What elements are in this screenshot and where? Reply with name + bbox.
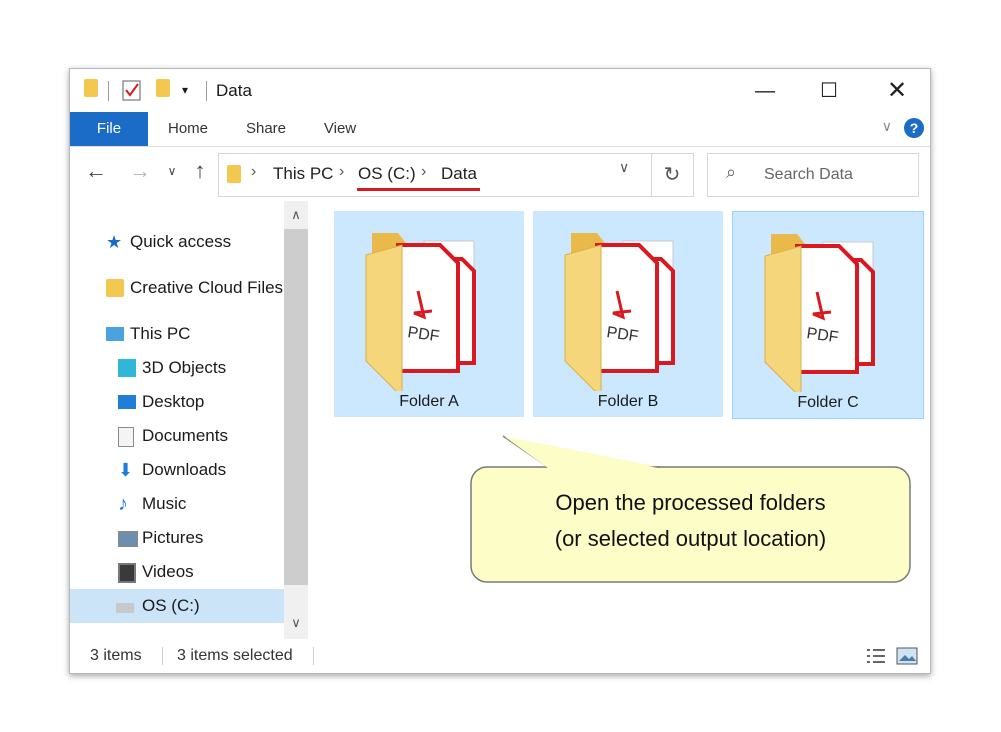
divider xyxy=(313,647,314,665)
status-bar: 3 items 3 items selected xyxy=(70,639,930,673)
folder-label: Folder B xyxy=(597,393,659,410)
breadcrumb-this-pc[interactable]: This PC xyxy=(273,164,333,184)
computer-icon xyxy=(106,327,124,341)
search-input[interactable]: Search Data xyxy=(764,166,853,184)
close-icon[interactable]: ✕ xyxy=(874,77,920,105)
sidebar-item-label: Downloads xyxy=(142,460,227,479)
breadcrumb-separator-icon[interactable]: › xyxy=(251,163,256,181)
navigation-bar: ← → ∨ ↑ › This PC › OS (C:) › Data ∨ ↻ ⌕… xyxy=(70,147,930,201)
new-folder-icon[interactable] xyxy=(156,79,170,97)
pdf-folder-icon: PDF xyxy=(365,233,476,391)
navigation-scrollbar[interactable]: ∧ ∨ xyxy=(284,201,308,639)
tab-home[interactable]: Home xyxy=(158,112,218,146)
large-icons-view-icon[interactable] xyxy=(896,647,918,665)
callout-text-line-1: Open the processed folders xyxy=(555,490,826,515)
tab-file[interactable]: File xyxy=(70,112,148,146)
item-count: 3 items xyxy=(90,647,142,664)
breadcrumb-data[interactable]: Data xyxy=(441,164,477,184)
divider xyxy=(206,81,207,101)
pdf-folder-icon: PDF xyxy=(764,234,875,392)
folder-icon xyxy=(227,165,241,183)
folder-label: Folder C xyxy=(797,394,859,411)
sidebar-item-label: This PC xyxy=(130,324,191,343)
sidebar-item-label: Music xyxy=(142,494,187,513)
address-bar[interactable]: › This PC › OS (C:) › Data xyxy=(218,153,652,197)
tab-share[interactable]: Share xyxy=(236,112,296,146)
sidebar-item-label: 3D Objects xyxy=(142,358,227,377)
breadcrumb-separator-icon[interactable]: › xyxy=(339,163,344,181)
sidebar-item-label: OS (C:) xyxy=(142,596,200,615)
scroll-thumb[interactable] xyxy=(284,229,308,585)
breadcrumb-separator-icon[interactable]: › xyxy=(421,163,426,181)
sidebar-item-label: Videos xyxy=(142,562,194,581)
file-explorer-window: ▾ Data — ☐ ✕ File Home Share View ∨ ? ← … xyxy=(69,68,931,674)
callout-text-line-2: (or selected output location) xyxy=(554,526,827,551)
path-underline xyxy=(357,188,480,191)
sidebar-item-label: Quick access xyxy=(130,232,232,251)
folder-label: Folder A xyxy=(399,393,459,410)
divider xyxy=(108,81,109,101)
window-title: Data xyxy=(216,81,252,100)
desktop-icon xyxy=(118,395,136,409)
customize-qat-icon[interactable]: ▾ xyxy=(182,83,188,97)
folder-tile[interactable]: PDF Folder C xyxy=(732,211,924,419)
search-box[interactable]: ⌕ Search Data xyxy=(707,153,919,197)
folder-icon xyxy=(84,79,98,97)
divider xyxy=(162,647,163,665)
download-icon: ⬇ xyxy=(118,460,134,480)
forward-arrow-icon[interactable]: → xyxy=(126,157,154,185)
address-dropdown-icon[interactable]: ∨ xyxy=(619,159,629,176)
breadcrumb-os-c[interactable]: OS (C:) xyxy=(358,164,416,184)
help-icon[interactable]: ? xyxy=(904,118,924,138)
drive-icon xyxy=(116,603,134,613)
cube-icon xyxy=(118,359,136,377)
expand-ribbon-icon[interactable]: ∨ xyxy=(882,118,892,135)
star-icon: ★ xyxy=(106,232,123,252)
details-view-icon[interactable] xyxy=(866,647,886,665)
folder-tile[interactable]: PDF Folder A xyxy=(334,211,524,417)
chevron-down-icon[interactable]: ∨ xyxy=(158,157,186,185)
maximize-icon[interactable]: ☐ xyxy=(806,77,852,105)
back-arrow-icon[interactable]: ← xyxy=(82,157,110,185)
document-icon xyxy=(118,427,134,447)
sidebar-item-os-c[interactable]: OS (C:) xyxy=(70,589,284,623)
properties-checkbox-icon[interactable] xyxy=(122,79,142,101)
scroll-down-icon[interactable]: ∨ xyxy=(284,611,308,635)
sidebar-item-label: Desktop xyxy=(142,392,205,411)
pdf-folder-icon: PDF xyxy=(564,233,675,391)
callout-bubble xyxy=(470,466,911,583)
film-icon xyxy=(118,563,136,583)
selected-count: 3 items selected xyxy=(177,647,293,664)
callout-pointer xyxy=(502,435,660,468)
instruction-callout: Open the processed folders (or selected … xyxy=(470,466,911,583)
title-bar: ▾ Data — ☐ ✕ xyxy=(70,69,930,113)
sidebar-item-label: Creative Cloud Files xyxy=(130,278,284,297)
navigation-pane: ★ Quick access Creative Cloud Files This… xyxy=(70,201,308,623)
folder-tile[interactable]: PDF Folder B xyxy=(533,211,723,417)
sidebar-item-label: Documents xyxy=(142,426,228,445)
minimize-icon[interactable]: — xyxy=(742,77,788,105)
music-note-icon: ♪ xyxy=(118,493,128,515)
creative-cloud-folder-icon xyxy=(106,279,124,297)
scroll-up-icon[interactable]: ∧ xyxy=(284,203,308,227)
pictures-icon xyxy=(118,531,138,547)
sidebar-item-label: Pictures xyxy=(142,528,204,547)
search-icon: ⌕ xyxy=(726,162,737,182)
refresh-icon[interactable]: ↻ xyxy=(651,153,694,197)
up-arrow-icon[interactable]: ↑ xyxy=(186,157,214,185)
ribbon-tabs: File Home Share View ∨ ? xyxy=(70,112,930,146)
tab-view[interactable]: View xyxy=(314,112,366,146)
